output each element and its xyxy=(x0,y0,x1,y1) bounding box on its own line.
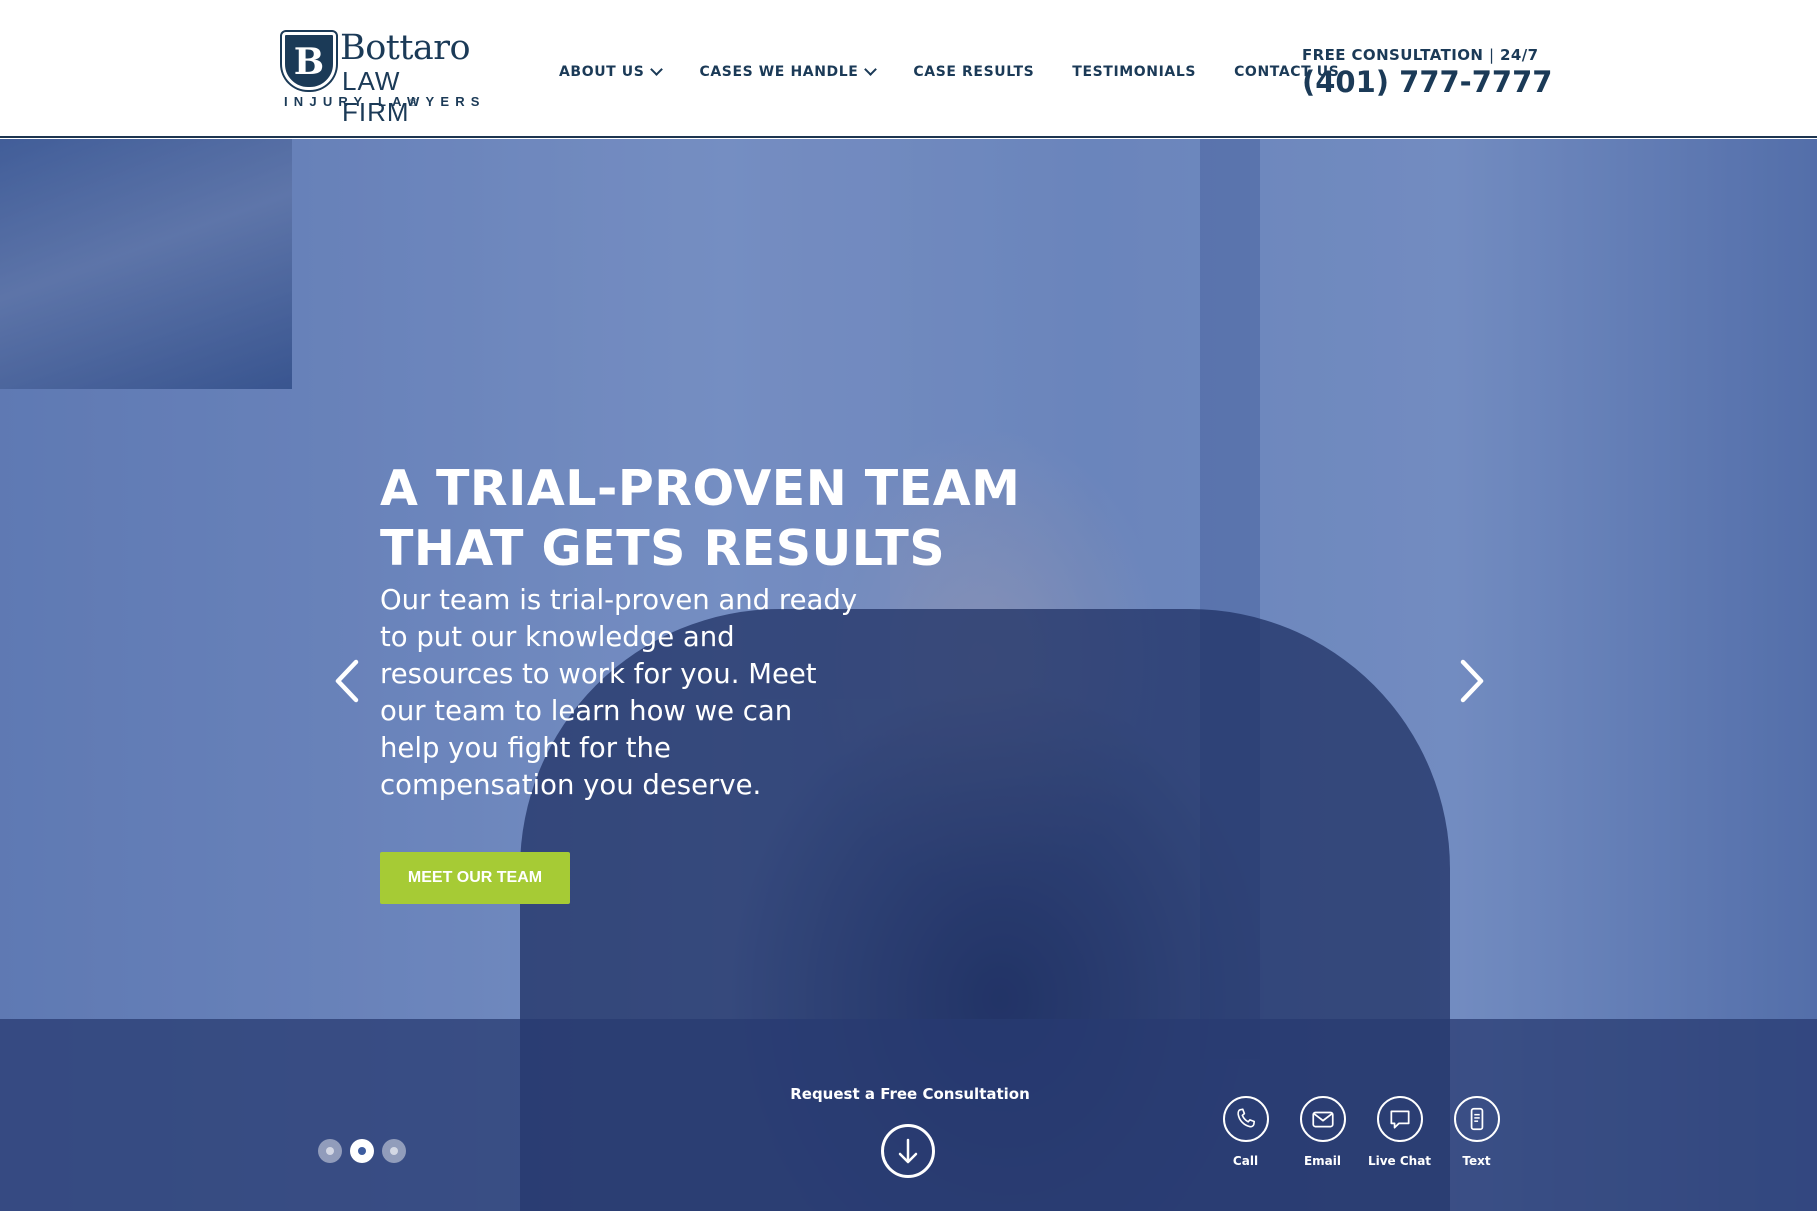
header-phone-link[interactable]: (401) 777-7777 xyxy=(1302,65,1552,99)
header-consultation: FREE CONSULTATION | 24/7 (401) 777-7777 xyxy=(1302,46,1552,99)
nav-case-results[interactable]: CASE RESULTS xyxy=(913,64,1034,80)
mobile-text-icon xyxy=(1453,1096,1500,1142)
contact-email-label: Email xyxy=(1303,1154,1342,1168)
chevron-down-icon xyxy=(650,63,664,76)
logo-seal-icon: B xyxy=(282,32,336,90)
nav-cases-we-handle[interactable]: CASES WE HANDLE xyxy=(699,63,878,80)
scroll-down-arrow-icon[interactable] xyxy=(881,1124,935,1178)
consultation-label: FREE CONSULTATION | 24/7 xyxy=(1302,46,1539,64)
slider-dot-1[interactable] xyxy=(318,1139,342,1163)
hero-color-overlay xyxy=(0,139,1817,1211)
bottaro-logo[interactable]: B Bottaro LAW FIRM® INJURY LAWYERS xyxy=(282,28,479,127)
nav-about-us[interactable]: ABOUT US xyxy=(559,63,664,80)
hero-slider: A TRIAL-PROVEN TEAM THAT GETS RESULTS Ou… xyxy=(0,139,1817,1211)
contact-email[interactable]: Email xyxy=(1284,1096,1361,1168)
slider-dot-2[interactable] xyxy=(350,1139,374,1163)
chat-bubble-icon xyxy=(1376,1096,1423,1142)
slider-next-arrow-icon[interactable] xyxy=(1451,656,1491,706)
meet-our-team-button[interactable]: MEET OUR TEAM xyxy=(380,852,570,904)
contact-call[interactable]: Call xyxy=(1207,1096,1284,1168)
slider-prev-arrow-icon[interactable] xyxy=(328,656,368,706)
hero-description: Our team is trial-proven and ready to pu… xyxy=(380,584,858,801)
nav-cases-label: CASES WE HANDLE xyxy=(699,64,859,80)
nav-testimonials-label: TESTIMONIALS xyxy=(1072,64,1197,80)
contact-live-chat[interactable]: Live Chat xyxy=(1361,1096,1438,1168)
slider-pagination xyxy=(318,1139,414,1163)
slider-dot-3[interactable] xyxy=(382,1139,406,1163)
chevron-down-icon xyxy=(864,63,878,76)
contact-live-chat-label: Live Chat xyxy=(1367,1154,1432,1168)
contact-options: Call Email Live Chat Text xyxy=(1207,1096,1515,1168)
site-header: B Bottaro LAW FIRM® INJURY LAWYERS ABOUT… xyxy=(0,0,1817,138)
main-nav: ABOUT US CASES WE HANDLE CASE RESULTS TE… xyxy=(559,60,1377,84)
contact-text-label: Text xyxy=(1462,1154,1491,1168)
logo-tagline: INJURY LAWYERS xyxy=(284,94,486,109)
request-consultation-label: Request a Free Consultation xyxy=(790,1085,1030,1103)
logo-name: Bottaro xyxy=(340,28,471,68)
nav-about-us-label: ABOUT US xyxy=(559,64,645,80)
nav-testimonials[interactable]: TESTIMONIALS xyxy=(1072,64,1196,80)
nav-case-results-label: CASE RESULTS xyxy=(913,64,1035,80)
envelope-icon xyxy=(1299,1096,1346,1142)
contact-call-label: Call xyxy=(1232,1154,1259,1168)
contact-text[interactable]: Text xyxy=(1438,1096,1515,1168)
hero-title: A TRIAL-PROVEN TEAM THAT GETS RESULTS xyxy=(380,460,1021,577)
phone-icon xyxy=(1222,1096,1269,1142)
